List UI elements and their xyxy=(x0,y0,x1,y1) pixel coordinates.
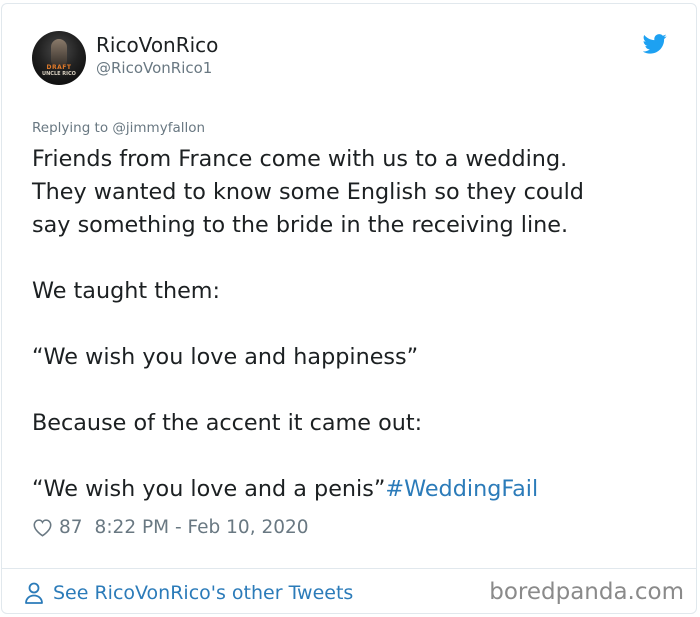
user-handle[interactable]: @RicoVonRico1 xyxy=(96,59,212,77)
heart-icon[interactable] xyxy=(32,518,53,537)
tweet-line: Friends from France come with us to a we… xyxy=(32,146,568,172)
tweet-line: They wanted to know some English so they… xyxy=(32,179,584,205)
tweet-line xyxy=(32,374,672,407)
person-icon xyxy=(25,582,43,604)
tweet-meta: 87 8:22 PM - Feb 10, 2020 xyxy=(32,514,309,540)
tweet-text: Friends from France come with us to a we… xyxy=(32,143,672,506)
tweet-timestamp[interactable]: 8:22 PM - Feb 10, 2020 xyxy=(95,517,309,538)
tweet-line: “We wish you love and happiness” xyxy=(32,344,419,370)
tweet-last-line: “We wish you love and a penis”#WeddingFa… xyxy=(32,473,672,506)
footer-divider xyxy=(1,568,697,569)
avatar[interactable]: DRAFT UNCLE RICO xyxy=(32,31,86,85)
display-name[interactable]: RicoVonRico xyxy=(96,33,218,57)
tweet-line xyxy=(32,308,672,341)
tweet-line xyxy=(32,440,672,473)
tweet-line-text: “We wish you love and a penis” xyxy=(32,476,386,502)
watermark: boredpanda.com xyxy=(489,579,684,605)
tweet-line: Because of the accent it came out: xyxy=(32,410,423,436)
twitter-bird-icon[interactable] xyxy=(643,34,667,54)
avatar-figure xyxy=(51,39,67,65)
avatar-text-bottom: UNCLE RICO xyxy=(42,71,76,77)
see-other-tweets-label[interactable]: See RicoVonRico's other Tweets xyxy=(53,582,353,604)
see-other-tweets-link[interactable]: See RicoVonRico's other Tweets xyxy=(24,579,353,607)
tweet-line xyxy=(32,242,672,275)
replying-to[interactable]: Replying to @jimmyfallon xyxy=(32,120,205,136)
tweet-line: We taught them: xyxy=(32,278,221,304)
tweet-line: say something to the bride in the receiv… xyxy=(32,212,569,238)
avatar-text-top: DRAFT xyxy=(46,64,72,71)
hashtag-link[interactable]: #WeddingFail xyxy=(385,476,538,502)
tweet-header: DRAFT UNCLE RICO RicoVonRico @RicoVonRic… xyxy=(32,30,672,86)
like-count[interactable]: 87 xyxy=(59,517,83,538)
